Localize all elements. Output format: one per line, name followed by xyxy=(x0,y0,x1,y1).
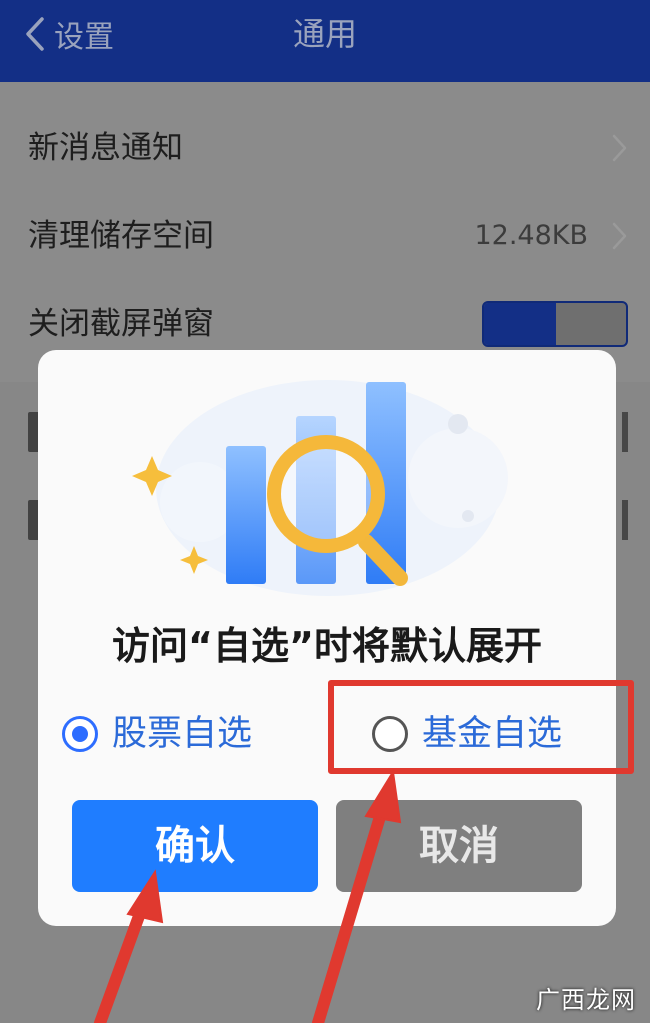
storage-size-value: 12.48KB xyxy=(474,220,588,251)
chevron-right-icon xyxy=(610,221,628,251)
option-label: 股票自选 xyxy=(112,714,253,754)
navbar: 设置 通用 xyxy=(0,0,650,82)
settings-row-label: 新消息通知 xyxy=(28,130,183,166)
chevron-right-icon xyxy=(610,133,628,163)
radio-selected-icon xyxy=(62,716,98,752)
confirm-button[interactable]: 确认 xyxy=(72,800,318,892)
settings-list: 新消息通知 清理储存空间 12.48KB 关闭截屏弹窗 xyxy=(0,82,650,382)
option-stock-watchlist[interactable]: 股票自选 xyxy=(62,704,252,764)
hidden-row-fragment xyxy=(622,500,628,540)
chart-search-illustration xyxy=(132,380,508,596)
settings-row-notifications[interactable]: 新消息通知 xyxy=(0,104,650,192)
watermark: 广西龙网 xyxy=(536,980,636,1015)
page-title: 通用 xyxy=(292,15,357,53)
settings-row-label: 清理储存空间 xyxy=(28,218,214,254)
screenshot-popup-toggle[interactable] xyxy=(482,301,628,347)
hidden-row-fragment xyxy=(622,412,628,452)
cancel-button[interactable]: 取消 xyxy=(336,800,582,892)
toggle-track-fill xyxy=(484,303,556,345)
settings-row-storage[interactable]: 清理储存空间 12.48KB xyxy=(0,192,650,280)
dialog-title: 访问“自选”时将默认展开 xyxy=(112,624,542,668)
settings-row-label: 关闭截屏弹窗 xyxy=(28,306,214,342)
annotation-highlight-box xyxy=(328,680,634,774)
watermark-text: 广西龙网 xyxy=(536,986,636,1014)
default-expand-dialog: 访问“自选”时将默认展开 股票自选 基金自选 确认 取消 xyxy=(38,350,616,926)
